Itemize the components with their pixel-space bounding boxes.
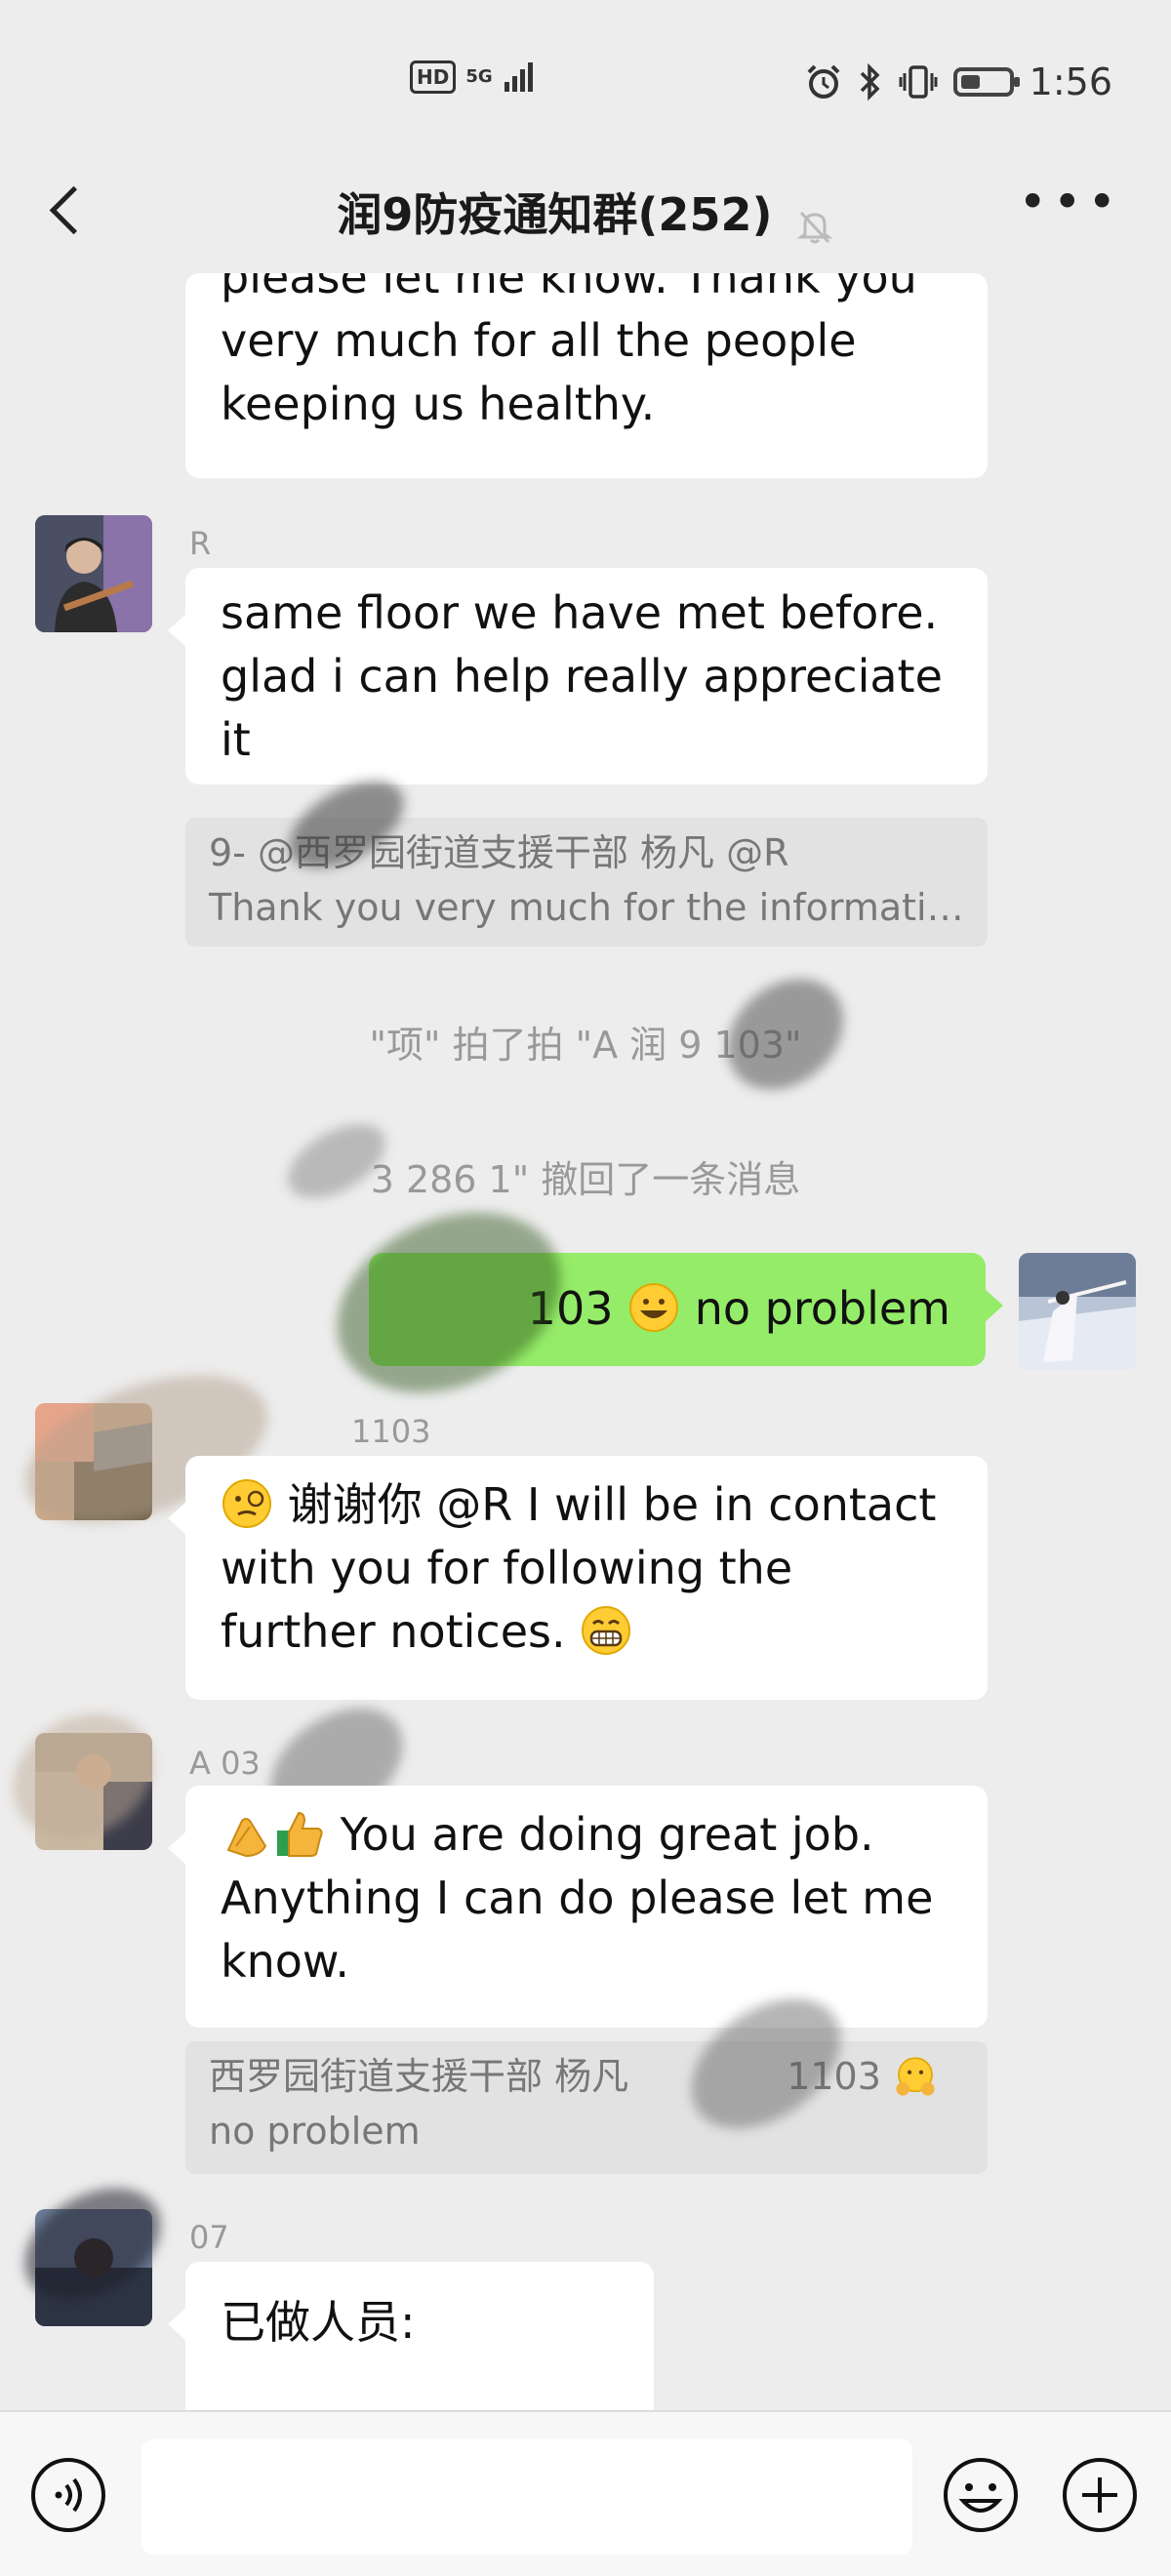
sender-name: 07 — [189, 2219, 229, 2256]
message-line: with you for following the — [221, 1542, 793, 1594]
hd-badge: HD — [410, 60, 457, 94]
redaction-scribble — [706, 955, 866, 1113]
voice-icon[interactable] — [29, 2456, 107, 2534]
thumbs-up-emoji — [277, 1811, 323, 1857]
more-icon[interactable]: ••• — [1019, 178, 1122, 226]
mute-icon — [796, 211, 833, 243]
emoji-icon[interactable] — [942, 2456, 1020, 2534]
network-type: 5G — [465, 66, 493, 87]
quote-line: no problem — [209, 2110, 421, 2153]
bluetooth-icon — [860, 63, 880, 101]
quoted-message[interactable]: 西罗园街道支援干部 杨凡 1103 no problem — [185, 2041, 988, 2174]
message-text: You are doing great job. — [340, 1808, 874, 1861]
redaction-scribble — [307, 1178, 590, 1428]
message-line: know. — [221, 1935, 349, 1988]
self-avatar[interactable] — [1019, 1253, 1136, 1370]
system-indicators: 1:56 — [805, 60, 1112, 103]
system-message: 3 286 1" 撤回了一条消息 — [370, 1158, 801, 1201]
sender-name: 1103 — [351, 1413, 431, 1450]
quote-line: Thank you very much for the informati… — [209, 886, 964, 929]
hugging-face-emoji — [896, 2057, 935, 2096]
monocle-face-emoji — [222, 1479, 271, 1528]
quote-text: 西罗园街道支援干部 杨凡 — [209, 2055, 629, 2098]
message-text: further notices. — [221, 1605, 566, 1658]
message-line: further notices. — [221, 1600, 952, 1664]
alarm-icon — [807, 64, 840, 99]
clock: 1:56 — [1029, 60, 1112, 103]
message-line: very much for all the people — [221, 314, 857, 367]
message-bubble[interactable]: 谢谢你 @R I will be in contact with you for… — [168, 1456, 988, 1700]
message-line: same floor we have met before. — [221, 586, 939, 639]
network-indicators: HD 5G — [410, 60, 536, 94]
chat-messages[interactable]: please let me know. Thank you very much … — [0, 273, 1171, 2410]
message-input[interactable] — [141, 2439, 912, 2555]
title-wrap: 润9防疫通知群(252) — [0, 180, 1171, 246]
message-line: You are doing great job. — [221, 1803, 952, 1867]
message-line: please let me know. Thank you — [221, 273, 917, 303]
battery-icon — [952, 67, 1020, 97]
sender-name: R — [189, 525, 212, 562]
message-line: keeping us healthy. — [221, 378, 656, 430]
chat-header: 润9防疫通知群(252) ••• — [0, 166, 1171, 254]
vibrate-icon — [899, 65, 938, 99]
message-line: 已做人员: — [221, 2296, 416, 2349]
clapping-hands-emoji — [226, 1818, 267, 1858]
signal-icon — [504, 62, 533, 92]
chat-title: 润9防疫通知群(252) — [337, 188, 773, 241]
message-bubble[interactable]: You are doing great job. Anything I can … — [168, 1786, 988, 2028]
message-bubble[interactable]: same floor we have met before. glad i ca… — [168, 568, 988, 785]
system-message: "项" 拍了拍 "A 润 9 103" — [369, 1024, 802, 1067]
add-icon[interactable] — [1061, 2456, 1139, 2534]
sender-name: A 03 — [189, 1745, 261, 1782]
message-line: 谢谢你 @R I will be in contact — [221, 1473, 952, 1537]
grimacing-face-emoji — [582, 1606, 631, 1655]
message-text: no problem — [694, 1282, 950, 1335]
message-line: Anything I can do please let me — [221, 1872, 934, 1924]
input-bar — [0, 2410, 1171, 2576]
message-line: it — [221, 713, 251, 766]
status-bar: HD 5G 1:56 — [0, 0, 1171, 166]
avatar[interactable] — [35, 515, 152, 632]
message-bubble[interactable]: please let me know. Thank you very much … — [185, 273, 988, 478]
grinning-face-emoji — [629, 1283, 679, 1332]
message-bubble[interactable]: 已做人员: — [168, 2262, 654, 2410]
message-line: glad i can help really appreciate — [221, 650, 943, 703]
quote-line: 西罗园街道支援干部 杨凡 1103 — [209, 2049, 964, 2104]
message-text: 谢谢你 @R I will be in contact — [287, 1478, 937, 1531]
